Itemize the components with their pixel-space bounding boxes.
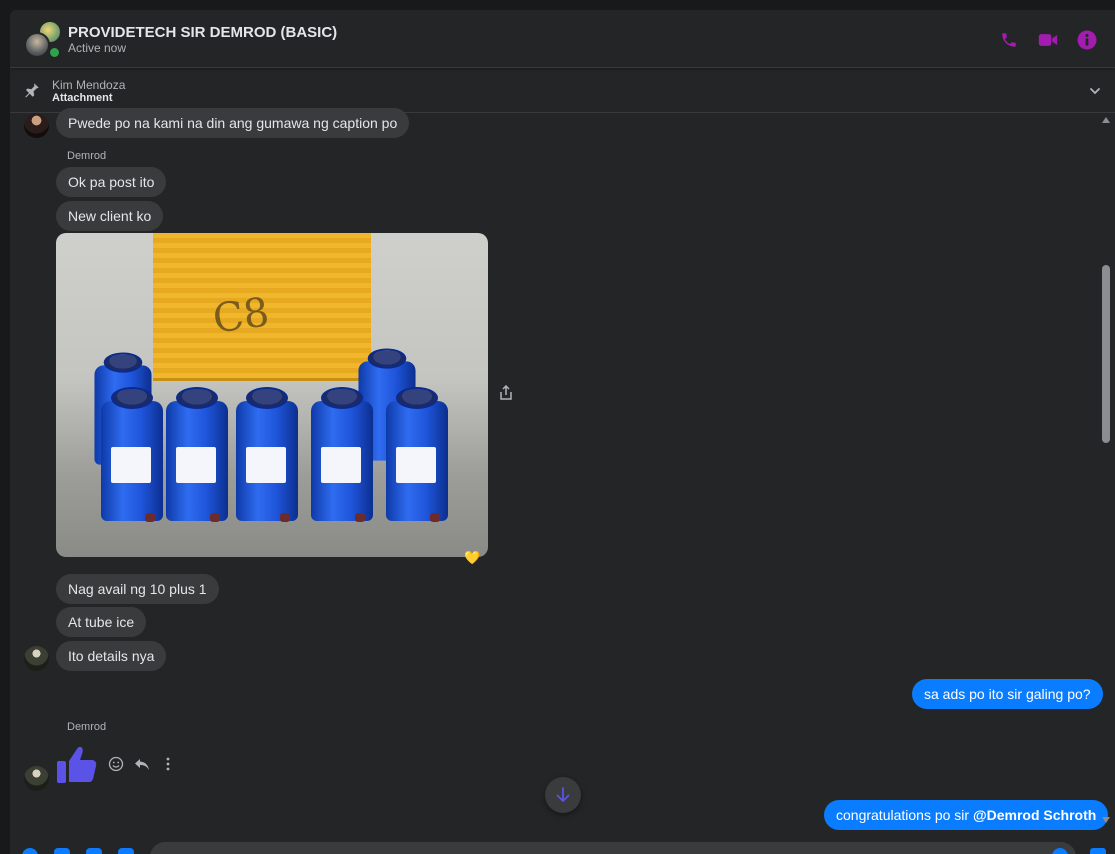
photo-attachment[interactable]: C8 [56,233,488,557]
scroll-up-icon[interactable] [1102,117,1110,123]
avatar[interactable] [24,646,49,671]
message-bubble[interactable]: Pwede po na kami na din ang gumawa ng ca… [56,108,410,138]
reply-icon[interactable] [134,756,150,772]
water-jug [166,387,228,522]
message-bubble[interactable]: New client ko [56,201,164,231]
sticker-icon[interactable] [86,848,102,854]
group-avatar[interactable] [24,20,64,60]
avatar[interactable] [24,113,49,138]
message-bubble[interactable]: At tube ice [56,607,147,637]
phone-icon[interactable] [998,29,1020,51]
more-options-icon[interactable] [160,756,176,772]
water-jug [236,387,298,522]
composer-bar [10,838,1115,854]
conversation-title[interactable]: PROVIDETECH SIR DEMROD (BASIC) [68,24,337,41]
message-input[interactable] [150,842,1076,854]
sender-name: Demrod [67,721,107,733]
scrollbar[interactable] [1099,114,1113,830]
emoji-react-icon[interactable] [108,756,124,772]
active-status-dot [48,46,61,59]
cardboard-box: C8 [153,233,371,381]
message-bubble-sent[interactable]: congratulations po sir @Demrod Schroth [824,800,1109,830]
reaction-heart-icon[interactable]: 💛 [464,550,480,566]
scrollbar-thumb[interactable] [1102,265,1110,443]
pinned-sender: Kim Mendoza [52,78,126,92]
water-jug [101,387,163,522]
like-send-icon[interactable] [1090,848,1106,854]
pinned-label: Attachment [52,92,113,104]
share-icon[interactable] [499,384,513,401]
thumbs-up-icon[interactable] [56,741,100,785]
water-jug [311,387,373,522]
arrow-down-icon [556,787,570,803]
water-jug [386,387,448,522]
mention[interactable]: @Demrod Schroth [973,807,1096,823]
scroll-to-bottom-button[interactable] [545,777,581,813]
pinned-message-bar[interactable]: Kim Mendoza Attachment [10,69,1115,113]
message-text: congratulations po sir [836,807,973,823]
gallery-icon[interactable] [54,848,70,854]
chevron-down-icon[interactable] [1088,84,1102,98]
conversation-header: PROVIDETECH SIR DEMROD (BASIC) Active no… [10,10,1115,68]
message-bubble[interactable]: Ok pa post ito [56,167,167,197]
avatar[interactable] [24,766,49,791]
message-bubble[interactable]: Ito details nya [56,641,167,671]
scroll-down-icon[interactable] [1102,817,1110,823]
gif-icon[interactable] [118,848,134,854]
info-icon[interactable] [1076,29,1098,51]
sender-name: Demrod [67,150,107,162]
message-bubble[interactable]: Nag avail ng 10 plus 1 [56,574,219,604]
plus-icon[interactable] [22,848,38,854]
pin-icon [23,81,41,99]
active-status: Active now [68,41,127,55]
message-bubble-sent[interactable]: sa ads po ito sir galing po? [912,679,1103,709]
chat-window: PROVIDETECH SIR DEMROD (BASIC) Active no… [10,10,1115,854]
video-call-icon[interactable] [1037,29,1059,51]
